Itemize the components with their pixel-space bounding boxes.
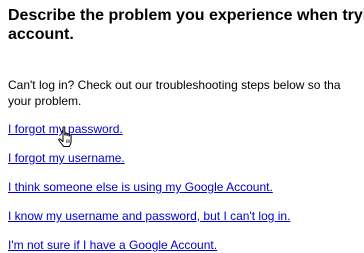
page-title: Describe the problem you experience when… bbox=[8, 6, 364, 44]
page-title-line-2: account. bbox=[8, 26, 74, 43]
account-compromised-link[interactable]: I think someone else is using my Google … bbox=[8, 180, 273, 194]
forgot-username-link[interactable]: I forgot my username. bbox=[8, 151, 125, 165]
intro-text: Can't log in? Check out our troubleshoot… bbox=[8, 77, 364, 109]
not-sure-have-account-link[interactable]: I'm not sure if I have a Google Account. bbox=[8, 238, 217, 252]
intro-text-line-1: Can't log in? Check out our troubleshoot… bbox=[8, 78, 341, 92]
hand-pointer-icon bbox=[58, 126, 72, 147]
page-title-line-1: Describe the problem you experience when… bbox=[8, 7, 364, 24]
cannot-log-in-link[interactable]: I know my username and password, but I c… bbox=[8, 209, 290, 223]
intro-text-line-2: your problem. bbox=[8, 94, 82, 108]
